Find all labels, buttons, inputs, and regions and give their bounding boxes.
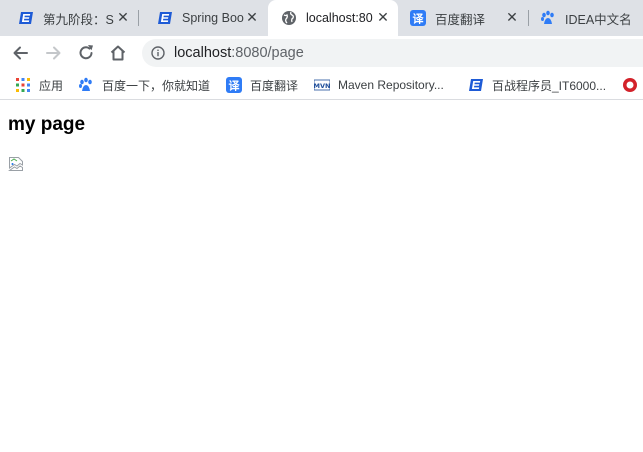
svg-text:MVN: MVN (314, 82, 330, 90)
url-host: localhost (174, 45, 232, 61)
bookmark-label: 应用 (39, 78, 64, 93)
apps-grid-icon (16, 78, 30, 92)
tab-item[interactable]: 译 百度翻译 ✕ (398, 0, 528, 36)
tab-item-active[interactable]: localhost:80 ✕ (268, 0, 398, 36)
baidu-translate-icon: 译 (410, 10, 426, 26)
close-tab-icon[interactable]: ✕ (116, 11, 130, 25)
bookmark-sxt[interactable]: 百战程序员_IT6000... (468, 76, 606, 94)
svg-text:译: 译 (413, 13, 425, 26)
close-tab-icon[interactable]: ✕ (505, 11, 519, 25)
close-tab-icon[interactable]: ✕ (376, 11, 390, 25)
close-tab-icon[interactable]: ✕ (245, 11, 259, 25)
bookmark-label: 百度一下，你就知道 (102, 78, 211, 93)
svg-text:译: 译 (229, 80, 241, 93)
sxt-logo-icon (469, 79, 483, 91)
red-circle-bookmark-icon[interactable] (622, 77, 638, 93)
bookmarks-bar: 应用 百度一下，你就知道 译 百度翻译 MVN Maven Repository… (0, 70, 643, 100)
forward-arrow-icon[interactable] (43, 43, 63, 63)
reload-icon[interactable] (76, 43, 96, 63)
bookmark-baidu[interactable]: 百度一下，你就知道 (78, 76, 210, 94)
bookmark-apps[interactable]: 应用 (15, 76, 63, 94)
baidu-paw-icon (541, 10, 554, 24)
bookmark-maven[interactable]: MVN Maven Repository... (314, 76, 444, 94)
sxt-logo-icon (158, 12, 172, 24)
tab-item[interactable]: 第九阶段：S ✕ (0, 0, 138, 36)
tab-title: 百度翻译 (435, 12, 486, 27)
globe-icon (282, 11, 296, 25)
page-content: my page (0, 101, 643, 452)
maven-icon: MVN (314, 79, 330, 91)
bookmark-label: 百战程序员_IT6000... (492, 78, 607, 93)
back-arrow-icon[interactable] (11, 43, 31, 63)
broken-image-icon (8, 157, 23, 171)
tab-item[interactable]: Spring Boo ✕ (139, 0, 268, 36)
tab-item[interactable]: IDEA中文名 (529, 0, 643, 36)
tab-title: localhost:80 (306, 11, 373, 25)
bookmark-label: Maven Repository... (338, 78, 444, 92)
address-bar[interactable]: localhost:8080/page (142, 39, 643, 67)
bookmark-label: 百度翻译 (250, 78, 299, 93)
tab-strip: 第九阶段：S ✕ Spring Boo ✕ localhost:80 ✕ 译 百… (0, 0, 643, 36)
sxt-logo-icon (19, 12, 33, 24)
tab-title: Spring Boo (182, 11, 244, 25)
bookmark-baidu-translate[interactable]: 译 百度翻译 (226, 76, 298, 94)
page-heading: my page (8, 114, 86, 135)
browser-toolbar: localhost:8080/page (0, 36, 643, 70)
tab-title: IDEA中文名 (565, 12, 632, 27)
home-icon[interactable] (108, 43, 128, 63)
info-icon[interactable] (151, 46, 165, 60)
baidu-translate-icon: 译 (226, 77, 242, 93)
tab-title: 第九阶段：S (43, 12, 114, 27)
url-path: :8080/page (231, 45, 304, 61)
baidu-paw-icon (79, 77, 92, 91)
